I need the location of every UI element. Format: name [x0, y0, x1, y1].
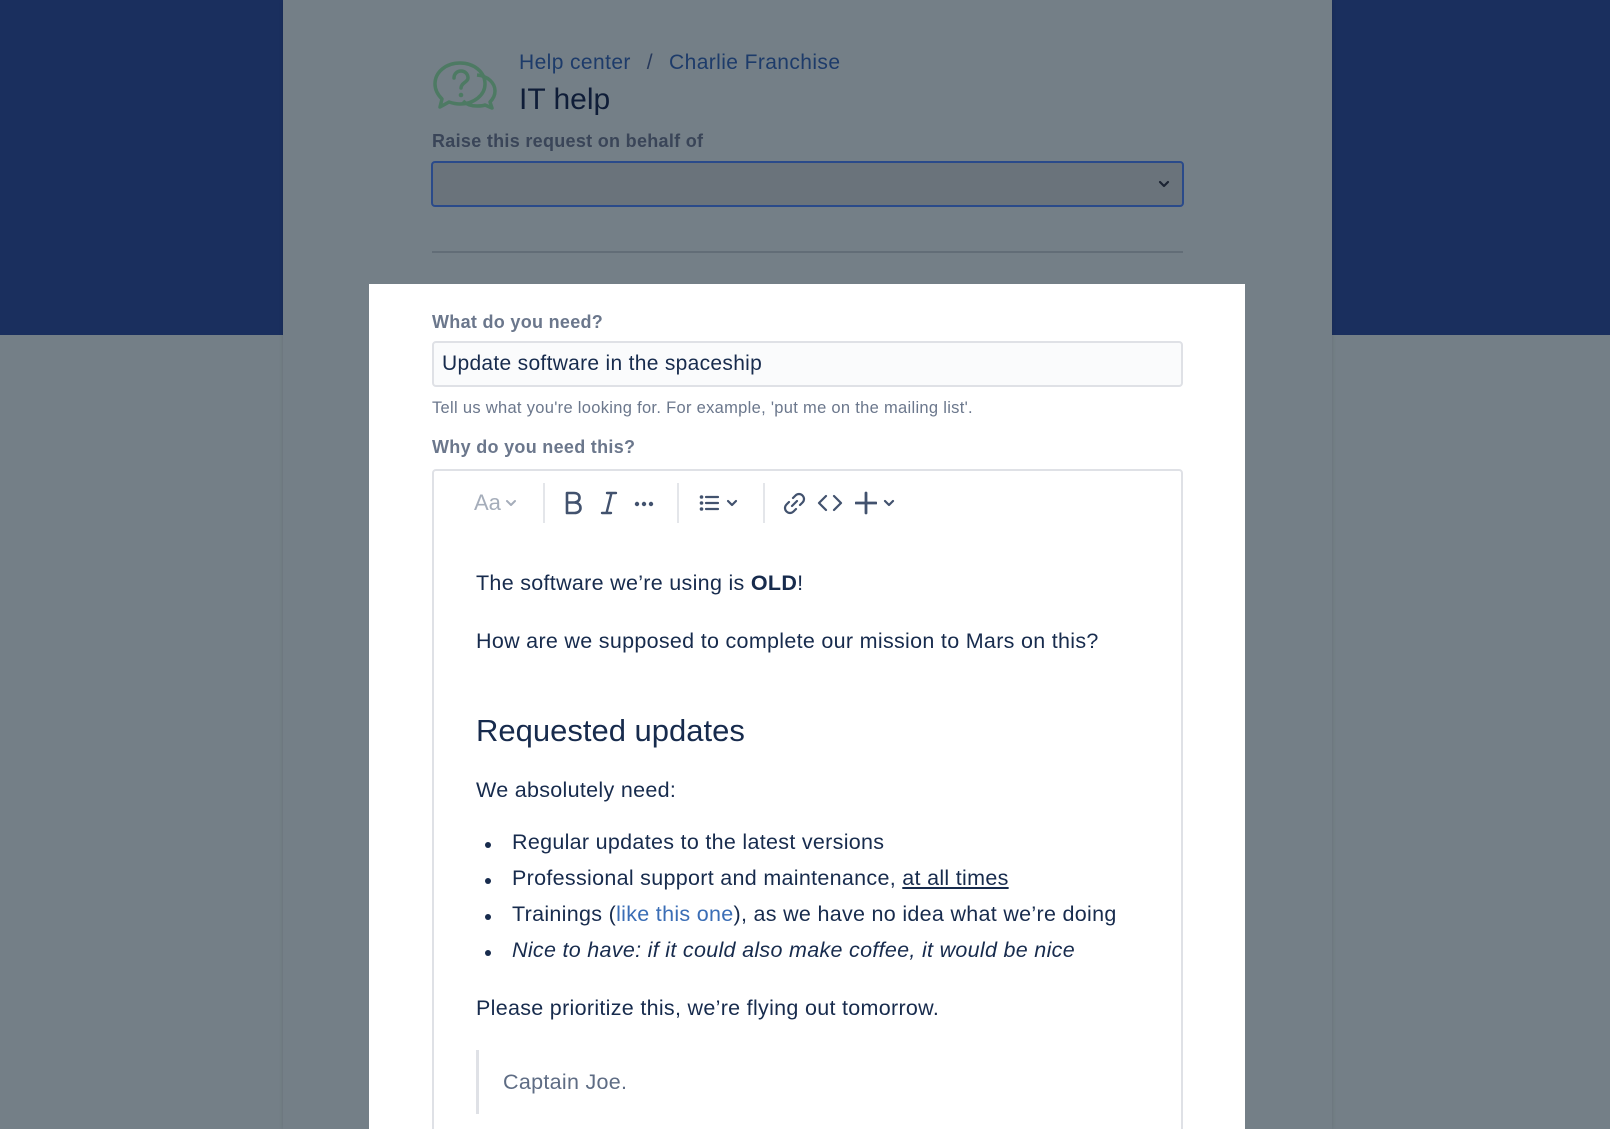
blockquote: Captain Joe.: [476, 1050, 1136, 1114]
paragraph: How are we supposed to complete our miss…: [476, 629, 1099, 653]
content-heading: Requested updates: [476, 713, 745, 748]
paragraph: The software we’re using is OLD!: [476, 571, 804, 595]
bullet-list-icon: [699, 495, 720, 511]
bullet-list-button[interactable]: [698, 489, 740, 517]
breadcrumb: Help center / Charlie Franchise: [519, 49, 840, 77]
behalf-select[interactable]: [431, 161, 1184, 207]
more-formatting-button[interactable]: [633, 489, 655, 517]
page-title: IT help: [519, 83, 611, 116]
toolbar-separator: [543, 483, 545, 523]
description-label: Why do you need this?: [432, 437, 636, 457]
description-editor[interactable]: Aa The software we’re using is OLD! How …: [432, 469, 1183, 1129]
code-button[interactable]: [817, 489, 843, 517]
italic-icon: [600, 491, 618, 515]
divider: [432, 251, 1183, 253]
paragraph: Please prioritize this, we’re flying out…: [476, 996, 940, 1020]
bold-button[interactable]: [562, 489, 584, 517]
bold-text: OLD: [750, 571, 798, 595]
behalf-label: Raise this request on behalf of: [432, 131, 704, 151]
text-style-icon: Aa: [474, 490, 501, 515]
chevron-down-icon: [505, 500, 516, 506]
editor-toolbar: Aa: [434, 471, 1181, 535]
more-formatting-icon: [634, 501, 654, 507]
chevron-down-icon: [1156, 176, 1172, 192]
insert-icon: [855, 491, 877, 515]
link-button[interactable]: [782, 489, 806, 517]
chat-question-icon: [432, 60, 498, 110]
link-icon: [783, 492, 806, 515]
summary-label: What do you need?: [432, 312, 604, 332]
quote-text: Captain Joe.: [503, 1069, 628, 1094]
toolbar-separator: [677, 483, 679, 523]
bold-icon: [565, 491, 582, 515]
breadcrumb-help-center[interactable]: Help center: [519, 51, 631, 75]
chevron-down-icon: [726, 499, 738, 507]
text-style-button[interactable]: Aa: [474, 489, 519, 517]
underlined-text: at all times: [902, 866, 1009, 890]
toolbar-separator: [763, 483, 765, 523]
italic-button[interactable]: [599, 489, 619, 517]
code-icon: [817, 494, 843, 512]
summary-input[interactable]: [432, 341, 1183, 387]
paragraph: We absolutely need:: [476, 778, 677, 802]
inline-link[interactable]: like this one: [616, 902, 733, 926]
summary-helper-text: Tell us what you're looking for. For exa…: [432, 399, 973, 417]
insert-button[interactable]: [855, 489, 897, 517]
breadcrumb-separator: /: [646, 51, 654, 74]
chevron-down-icon: [883, 499, 895, 507]
breadcrumb-charlie-franchise[interactable]: Charlie Franchise: [669, 51, 840, 75]
